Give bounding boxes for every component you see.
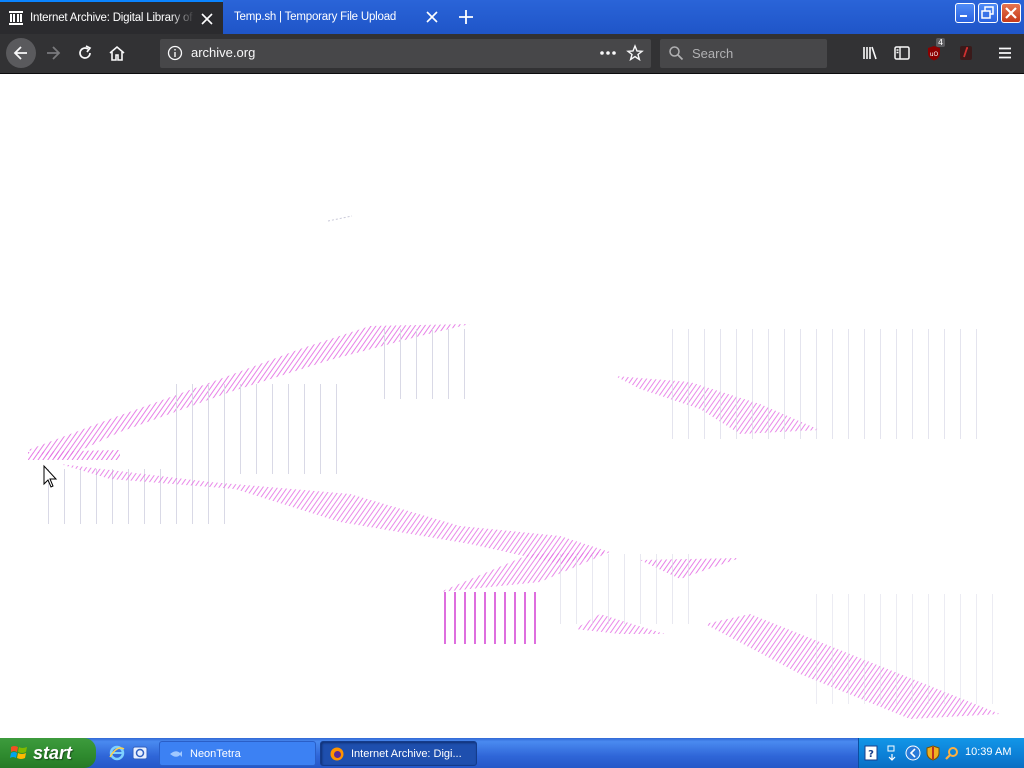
sidebar-button[interactable] [888, 39, 916, 67]
minimize-icon [960, 15, 967, 17]
reload-icon [79, 45, 92, 59]
back-button[interactable] [6, 38, 36, 68]
magnifier-icon[interactable] [944, 745, 960, 761]
open-menu-button[interactable] [991, 39, 1019, 67]
windows-flag-icon [10, 746, 27, 759]
ublock-count-badge: 4 [936, 38, 946, 47]
new-tab-icon[interactable] [456, 7, 476, 27]
arrow-left-icon [13, 46, 27, 60]
bookmark-star-icon[interactable] [626, 44, 644, 62]
start-label: start [33, 742, 73, 763]
search-placeholder: Search [692, 46, 734, 61]
forward-button[interactable] [39, 39, 67, 67]
svg-text:uO: uO [930, 51, 939, 58]
web-page-content[interactable] [0, 74, 1024, 738]
restore-window-button[interactable] [978, 3, 998, 23]
tab-title: Temp.sh | Temporary File Upload [234, 11, 397, 23]
svg-text:?: ? [868, 749, 874, 760]
windows-taskbar: start NeonTetra Internet Archive: Digi..… [0, 738, 1024, 768]
reload-button[interactable] [71, 39, 99, 67]
firefox-icon [330, 747, 344, 760]
tab-internet-archive[interactable]: Internet Archive: Digital Library of Fre… [0, 0, 223, 34]
url-bar[interactable]: archive.org [160, 39, 651, 68]
network-icon[interactable] [886, 744, 898, 762]
restore-icon [981, 6, 994, 19]
home-icon [109, 45, 125, 61]
help-icon[interactable]: ? [864, 745, 878, 761]
site-info-icon[interactable] [167, 45, 183, 61]
close-tab-icon[interactable] [424, 9, 440, 25]
close-icon [1005, 7, 1017, 19]
extension-red-icon [960, 46, 972, 60]
internet-explorer-icon[interactable] [108, 744, 126, 762]
arrow-right-icon [47, 46, 61, 60]
taskbar-item-neontetra[interactable]: NeonTetra [159, 741, 316, 766]
library-button[interactable] [856, 39, 884, 67]
home-button[interactable] [103, 39, 131, 67]
extension-button[interactable] [952, 39, 980, 67]
navigation-toolbar: archive.org Search uO 4 [0, 34, 1024, 74]
library-icon [863, 46, 877, 60]
taskbar-item-label: Internet Archive: Digi... [351, 747, 462, 760]
chevron-left-icon[interactable] [905, 745, 921, 761]
taskbar-item-firefox[interactable]: Internet Archive: Digi... [320, 741, 477, 766]
sidebar-icon [894, 46, 910, 60]
archive-favicon-icon [9, 11, 23, 25]
quick-launch-app-icon[interactable] [131, 744, 149, 762]
start-button[interactable]: start [0, 738, 96, 768]
close-tab-icon[interactable] [199, 11, 215, 27]
fish-icon [170, 750, 182, 757]
tab-title: Internet Archive: Digital Library of Fre… [30, 12, 195, 24]
clock: 10:39 AM [965, 746, 1012, 758]
tab-bar: Internet Archive: Digital Library of Fre… [0, 0, 1024, 34]
search-icon [669, 46, 684, 61]
security-shield-icon[interactable] [925, 745, 941, 761]
tab-temp-sh[interactable]: Temp.sh | Temporary File Upload [224, 0, 448, 34]
system-tray: ? 10:39 AM [858, 738, 1024, 768]
page-actions-icon[interactable] [598, 44, 618, 62]
rendering-artifact-graphic [28, 215, 1000, 719]
minimize-window-button[interactable] [955, 3, 975, 23]
url-text[interactable]: archive.org [191, 45, 255, 60]
hamburger-menu-icon [999, 47, 1011, 59]
search-bar[interactable]: Search [660, 39, 827, 68]
taskbar-item-label: NeonTetra [190, 747, 241, 760]
close-window-button[interactable] [1001, 3, 1021, 23]
